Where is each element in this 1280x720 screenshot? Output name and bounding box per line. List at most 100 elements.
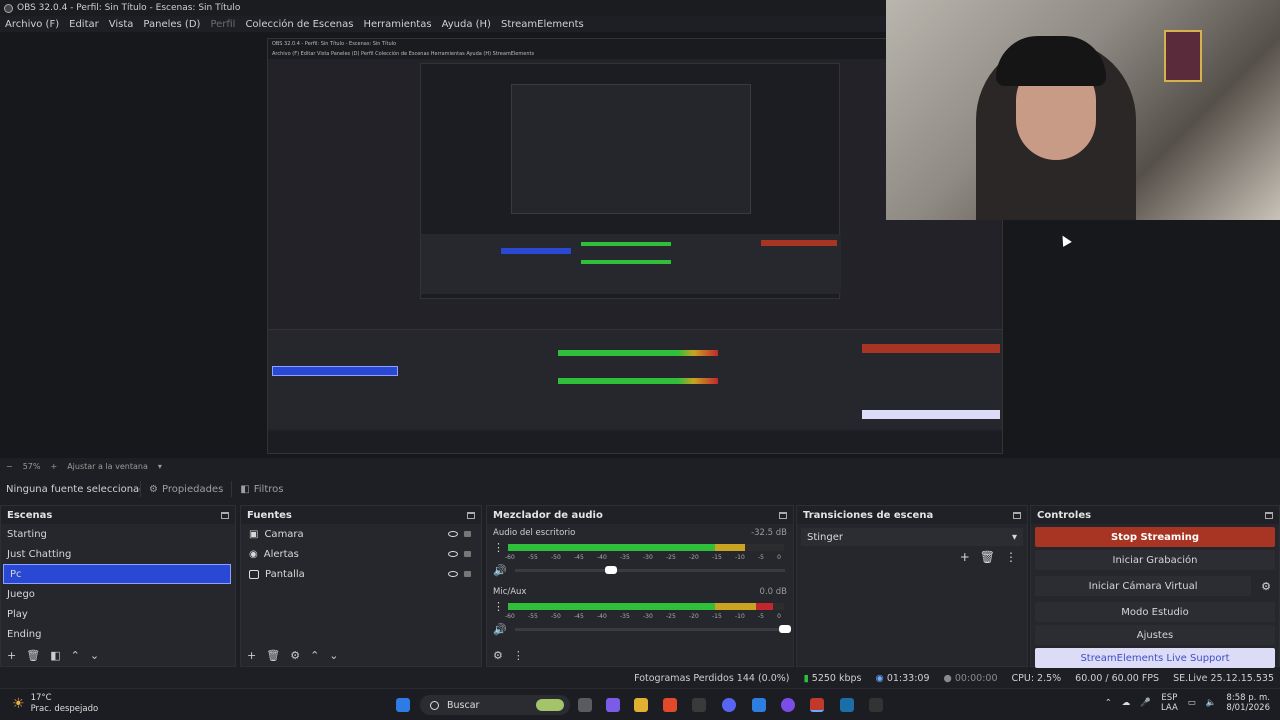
mixer-menu-icon[interactable]: ⋮ xyxy=(513,649,524,662)
move-up-icon[interactable]: ⌃ xyxy=(310,649,319,662)
source-item-camara[interactable]: ▣ Camara xyxy=(241,524,481,544)
taskbar-search[interactable]: Buscar xyxy=(420,695,570,715)
language-indicator[interactable]: ESP LAA xyxy=(1161,693,1178,713)
file-explorer-icon[interactable] xyxy=(634,698,648,712)
task-view-icon[interactable] xyxy=(578,698,592,712)
filters-label: Filtros xyxy=(253,483,284,495)
monitor-icon[interactable]: ▭ xyxy=(1188,698,1196,708)
lock-icon[interactable] xyxy=(464,571,471,577)
gear-icon[interactable]: ⚙ xyxy=(1253,580,1279,593)
menu-ayuda[interactable]: Ayuda (H) xyxy=(437,19,496,30)
scene-filter-icon[interactable]: ◧ xyxy=(50,649,60,662)
app-blue-icon[interactable] xyxy=(752,698,766,712)
status-bar: Fotogramas Perdidos 144 (0.0%) ▮ 5250 kb… xyxy=(0,668,1280,688)
tick: -15 xyxy=(712,554,722,561)
discord-icon[interactable] xyxy=(722,698,736,712)
eye-icon[interactable] xyxy=(448,531,458,537)
undock-icon[interactable] xyxy=(1013,511,1021,519)
menu-paneles[interactable]: Paneles (D) xyxy=(138,19,205,30)
stream-time-value: 01:33:09 xyxy=(886,672,930,684)
scene-item-pc[interactable]: Pc xyxy=(3,564,231,584)
obs-taskbar-icon[interactable] xyxy=(781,698,795,712)
undock-icon[interactable] xyxy=(467,511,475,519)
recording-app-icon[interactable] xyxy=(810,698,824,712)
tray-chevron-icon[interactable]: ⌃ xyxy=(1105,698,1112,708)
speaker-icon[interactable]: 🔊 xyxy=(493,623,507,636)
clock-time: 8:58 p. m. xyxy=(1226,693,1270,703)
scene-item-ending[interactable]: Ending xyxy=(1,624,235,644)
virtual-camera-button[interactable]: Iniciar Cámara Virtual xyxy=(1035,576,1252,596)
gear-icon[interactable]: ⚙ xyxy=(290,649,300,662)
source-item-alertas[interactable]: ◉ Alertas xyxy=(241,544,481,564)
scene-item-juego[interactable]: Juego xyxy=(1,584,235,604)
transitions-dock: Transiciones de escena Stinger ▾ + 🗑 ⋮ xyxy=(796,505,1028,667)
volume-slider[interactable] xyxy=(514,566,785,574)
filters-button[interactable]: ◧ Filtros xyxy=(231,481,291,497)
lock-icon[interactable] xyxy=(464,531,471,537)
webcam-overlay xyxy=(886,0,1280,220)
move-down-icon[interactable]: ⌄ xyxy=(90,649,99,662)
trash-icon[interactable]: 🗑 xyxy=(266,649,280,662)
undock-icon[interactable] xyxy=(779,511,787,519)
studio-mode-button[interactable]: Modo Estudio xyxy=(1035,602,1275,622)
zoom-fit-label[interactable]: Ajustar a la ventana xyxy=(67,462,148,471)
copilot-icon[interactable] xyxy=(606,698,620,712)
volume-icon[interactable]: 🔈 xyxy=(1206,698,1217,708)
move-up-icon[interactable]: ⌃ xyxy=(71,649,80,662)
brave-browser-icon[interactable] xyxy=(663,698,677,712)
add-transition-button[interactable]: + xyxy=(960,550,970,564)
scene-item-play[interactable]: Play xyxy=(1,604,235,624)
stop-streaming-button[interactable]: Stop Streaming xyxy=(1035,527,1275,547)
transition-select[interactable]: Stinger ▾ xyxy=(801,528,1023,546)
trash-icon[interactable]: 🗑 xyxy=(980,550,995,564)
source-item-pantalla[interactable]: Pantalla xyxy=(241,564,481,584)
menu-streamelements[interactable]: StreamElements xyxy=(496,19,589,30)
menu-vista[interactable]: Vista xyxy=(104,19,139,30)
lock-icon[interactable] xyxy=(464,551,471,557)
volume-slider[interactable] xyxy=(514,625,791,633)
eye-icon[interactable] xyxy=(448,571,458,577)
eye-icon[interactable] xyxy=(448,551,458,557)
windows-start-icon[interactable] xyxy=(396,698,410,712)
advanced-audio-icon[interactable]: ⚙ xyxy=(493,649,503,662)
weather-widget[interactable]: ☀ 17°C Prac. despejado xyxy=(12,693,98,715)
slider-knob[interactable] xyxy=(778,625,791,633)
steam-icon[interactable] xyxy=(840,698,854,712)
channel-menu-icon[interactable]: ⋮ xyxy=(493,541,504,554)
undock-icon[interactable] xyxy=(1265,511,1273,519)
start-recording-button[interactable]: Iniciar Grabación xyxy=(1035,550,1275,570)
more-icon[interactable]: ⋮ xyxy=(1005,550,1017,564)
zoom-out-button[interactable]: − xyxy=(6,462,13,471)
audio-app-icon[interactable] xyxy=(692,698,706,712)
trash-icon[interactable]: 🗑 xyxy=(26,649,40,662)
source-label: Camara xyxy=(264,528,304,540)
mic-icon[interactable]: 🎤 xyxy=(1140,698,1151,708)
settings-button[interactable]: Ajustes xyxy=(1035,625,1275,645)
channel-menu-icon[interactable]: ⋮ xyxy=(493,600,504,613)
onedrive-icon[interactable]: ☁ xyxy=(1122,698,1131,708)
add-scene-button[interactable]: + xyxy=(7,649,16,662)
slider-knob[interactable] xyxy=(604,566,617,574)
lang-secondary: LAA xyxy=(1160,703,1178,713)
meter-fill xyxy=(756,603,773,610)
menu-archivo[interactable]: Archivo (F) xyxy=(0,19,64,30)
speaker-icon[interactable]: 🔊 xyxy=(493,564,507,577)
live-support-button[interactable]: StreamElements Live Support xyxy=(1035,648,1275,668)
zoom-in-button[interactable]: + xyxy=(50,462,57,471)
temperature: 17°C xyxy=(30,693,52,703)
menu-editar[interactable]: Editar xyxy=(64,19,104,30)
menu-herramientas[interactable]: Herramientas xyxy=(358,19,436,30)
zoom-dropdown-icon[interactable]: ▾ xyxy=(158,462,162,471)
app-alert-icon[interactable] xyxy=(869,698,883,712)
menu-coleccion-escenas[interactable]: Colección de Escenas xyxy=(240,19,358,30)
undock-icon[interactable] xyxy=(221,511,229,519)
tick: -60 xyxy=(505,613,515,620)
scene-item-starting[interactable]: Starting xyxy=(1,524,235,544)
zoom-bar: − 57% + Ajustar a la ventana ▾ xyxy=(0,460,300,472)
scene-item-just-chatting[interactable]: Just Chatting xyxy=(1,544,235,564)
menu-perfil[interactable]: Perfil xyxy=(205,19,240,30)
add-source-button[interactable]: + xyxy=(247,649,256,662)
properties-button[interactable]: ⚙ Propiedades xyxy=(140,481,231,497)
clock[interactable]: 8:58 p. m. 8/01/2026 xyxy=(1226,693,1270,713)
move-down-icon[interactable]: ⌄ xyxy=(329,649,338,662)
